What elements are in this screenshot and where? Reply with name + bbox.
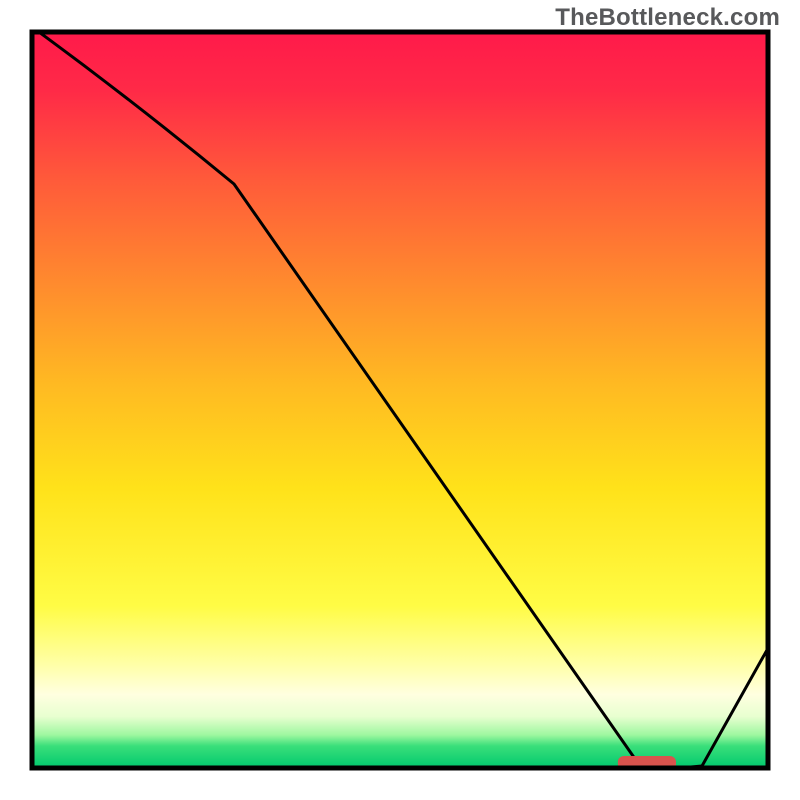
chart-gradient-bg xyxy=(32,32,768,768)
watermark-text: TheBottleneck.com xyxy=(555,4,780,32)
chart-svg xyxy=(0,0,800,800)
chart-container: TheBottleneck.com xyxy=(0,0,800,800)
